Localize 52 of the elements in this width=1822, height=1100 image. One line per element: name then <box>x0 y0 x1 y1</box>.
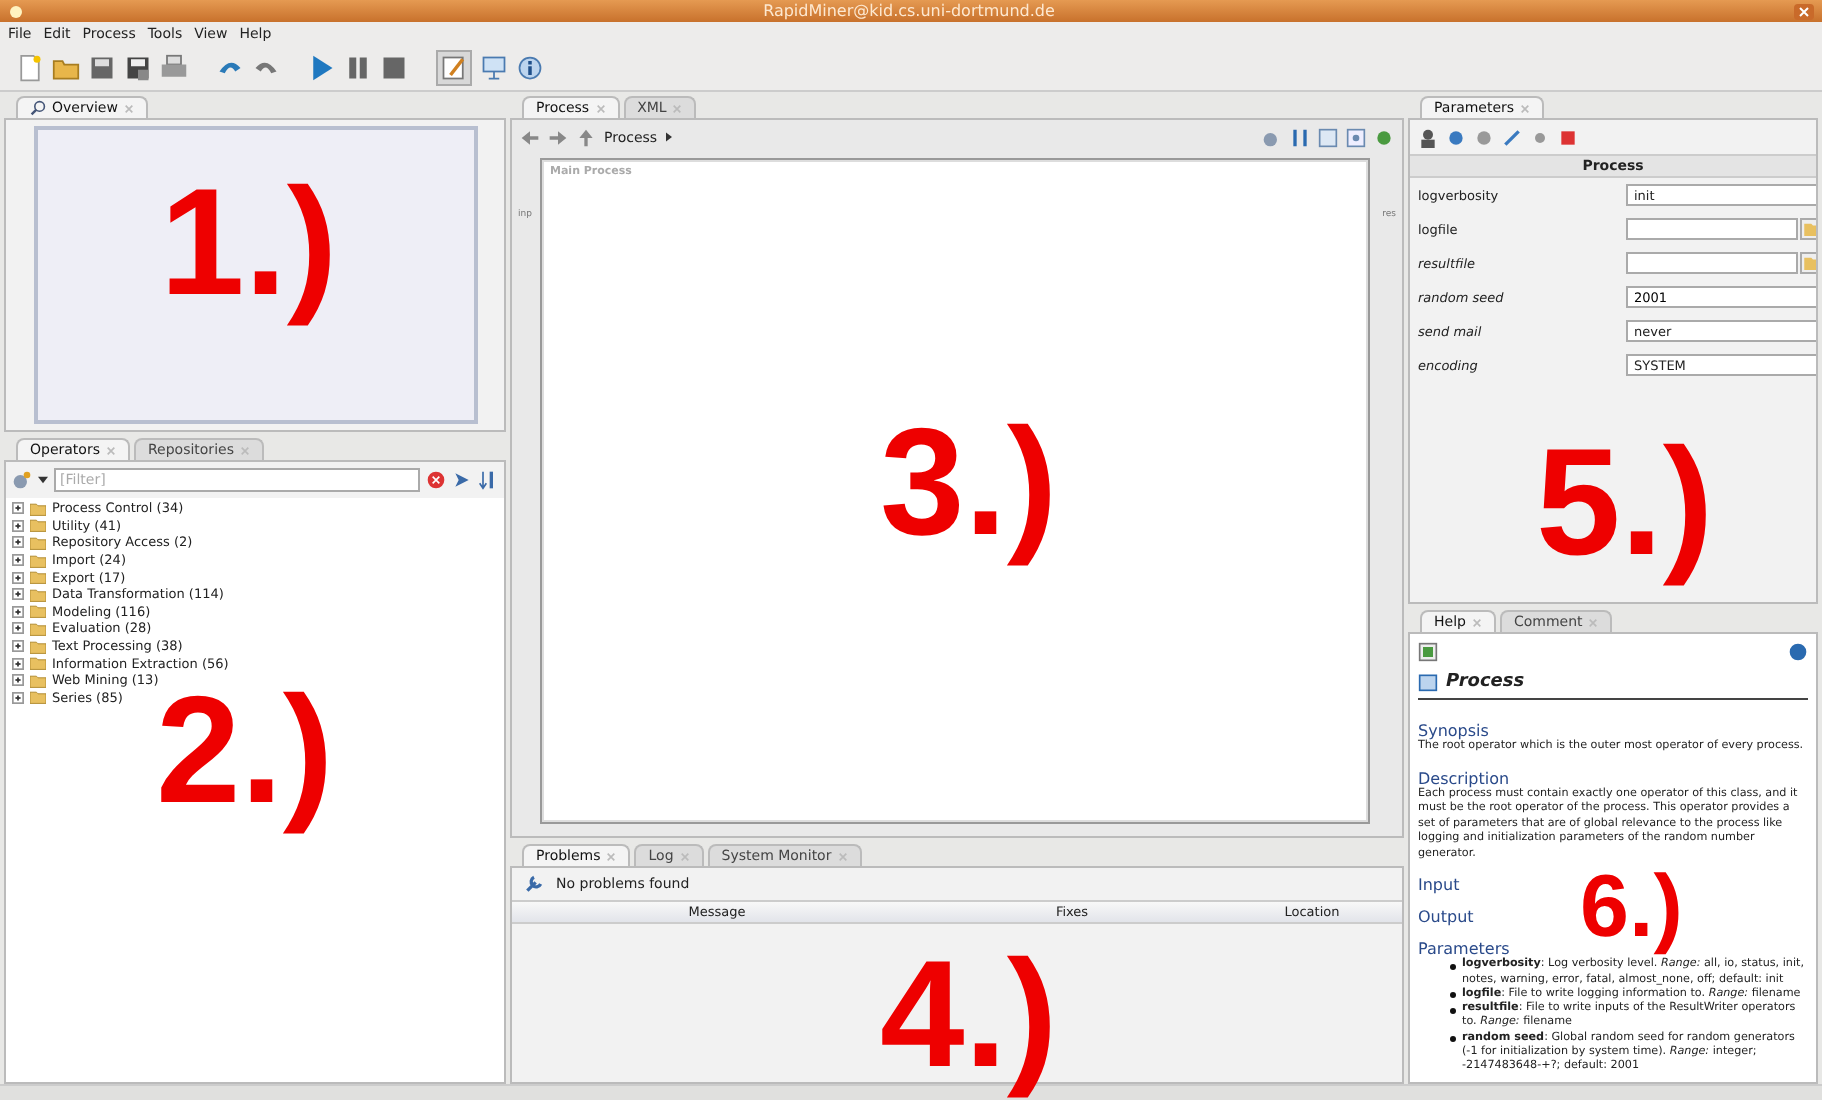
zoom-icon[interactable] <box>1346 127 1366 147</box>
expand-icon[interactable] <box>12 536 24 549</box>
new-file-icon[interactable] <box>16 54 44 82</box>
pause-icon[interactable] <box>344 54 372 82</box>
grid-icon[interactable] <box>1318 127 1338 147</box>
expand-icon[interactable] <box>12 554 24 567</box>
chevron-icon[interactable] <box>665 132 672 142</box>
annotation-number: 6.) <box>1580 858 1683 957</box>
info-icon[interactable] <box>516 54 544 82</box>
edit-icon[interactable] <box>436 50 472 86</box>
close-icon[interactable] <box>1794 3 1814 19</box>
file-field[interactable] <box>1626 218 1798 240</box>
expand-icon[interactable] <box>12 691 24 704</box>
play-icon[interactable] <box>308 54 336 82</box>
pencil-icon[interactable] <box>1502 127 1522 147</box>
person-icon[interactable] <box>1418 127 1438 147</box>
expand-icon[interactable] <box>12 640 24 653</box>
up-icon[interactable] <box>576 127 596 147</box>
monitor-icon[interactable] <box>480 54 508 82</box>
caret-icon[interactable] <box>38 476 48 484</box>
bullet-icon <box>1450 963 1456 970</box>
section-heading: Input <box>1418 876 1462 895</box>
section-heading: Synopsis <box>1418 722 1491 740</box>
back-icon[interactable] <box>520 127 540 147</box>
bullet-icon <box>1450 1036 1456 1043</box>
stop-icon[interactable] <box>380 54 408 82</box>
expand-icon[interactable] <box>12 622 24 635</box>
save-as-icon[interactable] <box>124 54 152 82</box>
image-icon[interactable] <box>1418 641 1438 661</box>
process-icon <box>1418 672 1438 692</box>
clear-icon[interactable] <box>426 470 446 490</box>
bullet-icon <box>1450 992 1456 999</box>
expand-icon[interactable] <box>12 502 24 515</box>
folder-icon[interactable] <box>52 54 80 82</box>
expand-icon[interactable] <box>12 519 24 532</box>
sort-icon[interactable] <box>478 470 498 490</box>
forward-icon[interactable] <box>548 127 568 147</box>
section-heading: Output <box>1418 908 1476 927</box>
wrench-icon <box>524 874 544 894</box>
bullet-icon <box>1450 1007 1456 1014</box>
file-field[interactable] <box>1626 252 1798 274</box>
section-heading: Parameters <box>1418 940 1510 959</box>
expand-icon[interactable] <box>12 657 24 670</box>
expand-icon[interactable] <box>12 674 24 687</box>
expand-icon[interactable] <box>12 571 24 584</box>
help-title: Process <box>1446 672 1525 692</box>
window-title: RapidMiner@kid.cs.uni-dortmund.de <box>761 2 1057 20</box>
save-icon[interactable] <box>88 54 116 82</box>
section-heading: Description <box>1418 769 1512 788</box>
expand-icon[interactable] <box>12 588 24 601</box>
search-icon <box>30 100 46 116</box>
expand-icon[interactable] <box>12 605 24 618</box>
